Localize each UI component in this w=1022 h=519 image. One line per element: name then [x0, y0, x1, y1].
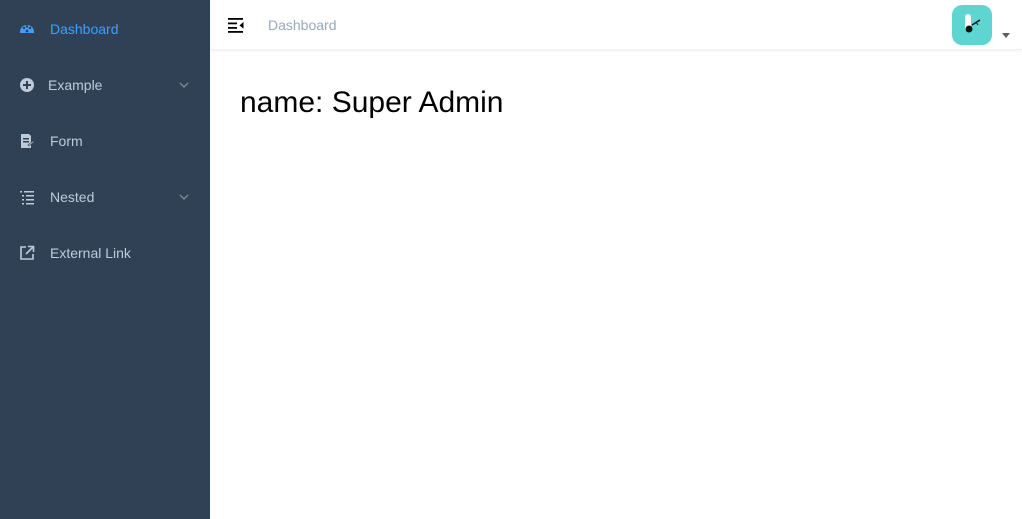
sidebar-item-label: Form [50, 133, 83, 149]
caret-down-icon [1002, 33, 1010, 38]
sidebar-item-dashboard[interactable]: Dashboard [0, 1, 210, 57]
sidebar-item-label: Nested [50, 189, 95, 205]
avatar[interactable] [952, 5, 992, 45]
sidebar-item-label: External Link [50, 245, 131, 261]
form-icon [19, 133, 35, 149]
sidebar-item-example[interactable]: Example [0, 57, 210, 113]
example-icon [19, 77, 35, 93]
app-main: name: Super Admin [210, 51, 1022, 519]
nested-icon [19, 189, 35, 205]
sidebar-item-label: Example [48, 77, 103, 93]
chevron-down-icon [178, 191, 190, 203]
avatar-dropdown[interactable] [952, 5, 1022, 47]
external-link-icon [19, 245, 35, 261]
sidebar-item-nested[interactable]: Nested [0, 169, 210, 225]
navbar: Dashboard [210, 0, 1022, 50]
sidebar: Dashboard Example Form Nested External L… [0, 0, 210, 519]
dashboard-icon [19, 21, 35, 37]
breadcrumb[interactable]: Dashboard [268, 17, 337, 33]
sidebar-item-form[interactable]: Form [0, 113, 210, 169]
dashboard-greeting: name: Super Admin [240, 86, 504, 119]
hamburger-icon[interactable] [226, 15, 246, 35]
chevron-down-icon [178, 79, 190, 91]
sidebar-item-label: Dashboard [50, 21, 119, 37]
sidebar-item-external-link[interactable]: External Link [0, 225, 210, 281]
